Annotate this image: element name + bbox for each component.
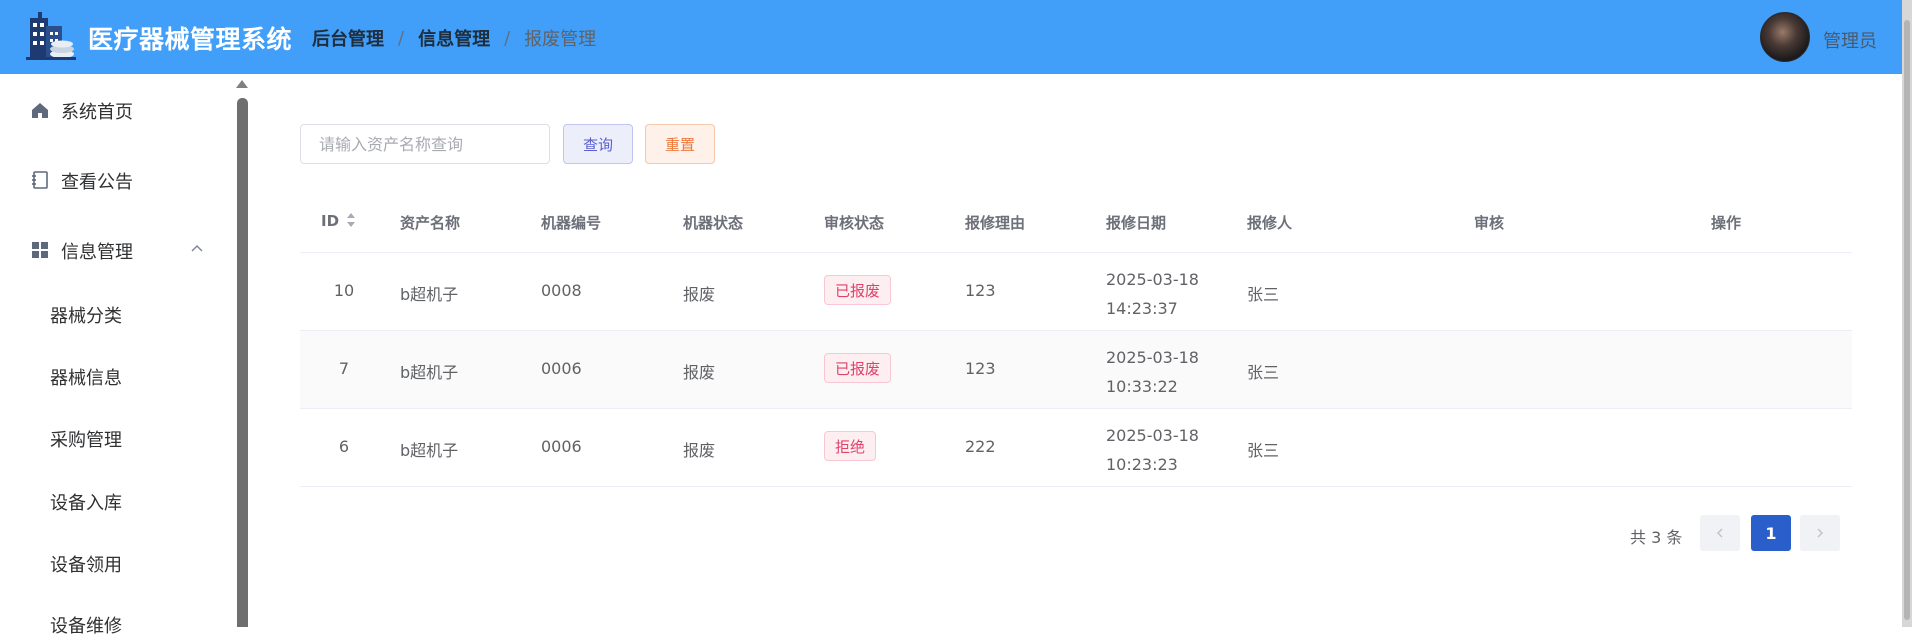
review-status-tag: 拒绝 [824,431,877,461]
column-header-review-status: 审核状态 [824,214,885,232]
breadcrumb-item-home[interactable]: 后台管理 [312,25,384,51]
sort-caret-icon[interactable] [346,212,356,228]
cell-repair-reason: 123 [965,359,996,378]
chevron-right-icon [1817,528,1824,538]
cell-repair-date: 2025-03-18 14:23:37 [1106,270,1199,318]
cell-asset-name: b超机子 [400,285,459,304]
table-row: 6 b超机子 0006 报废 拒绝 222 2025-03-18 10:23:2… [300,409,1852,487]
scroll-up-arrow-icon[interactable] [236,80,248,88]
table-header: ID 资产名称 机器编号 机器状态 审核状态 报修理由 报修日期 报修人 审核 … [300,192,1852,253]
cell-machine-no: 0008 [541,281,582,300]
page-number-current[interactable]: 1 [1751,515,1791,551]
cell-asset-name: b超机子 [400,363,459,382]
sidebar-item-label: 信息管理 [61,242,133,263]
query-button[interactable]: 查询 [563,124,633,164]
sidebar-scrollbar[interactable] [236,74,248,627]
sidebar-subitem-purchase[interactable]: 采购管理 [50,426,122,452]
cell-repair-reason: 123 [965,281,996,300]
user-name[interactable]: 管理员 [1823,27,1877,53]
app-title: 医疗器械管理系统 [88,25,293,54]
notebook-icon [32,171,48,189]
cell-id: 6 [338,437,350,456]
scrap-table: ID 资产名称 机器编号 机器状态 审核状态 报修理由 报修日期 报修人 审核 … [300,192,1852,487]
sidebar-subitem-device-category[interactable]: 器械分类 [50,302,122,328]
cell-repair-reason: 222 [965,437,996,456]
column-header-machine-status: 机器状态 [683,214,744,232]
cell-machine-status: 报废 [683,441,716,460]
sidebar: 系统首页 查看公告 信息管理 器械分类 器械信息 采购管理 设备入库 设备领用 … [0,74,236,637]
sidebar-subitem-device-info[interactable]: 器械信息 [50,364,122,390]
cell-reporter: 张三 [1247,363,1280,382]
table-row: 10 b超机子 0008 报废 已报废 123 2025-03-18 14:23… [300,253,1852,331]
sidebar-item-info-management[interactable]: 信息管理 [0,230,230,270]
chevron-left-icon [1716,528,1723,538]
sidebar-item-home[interactable]: 系统首页 [0,90,230,130]
chevron-up-icon [191,245,203,252]
cell-reporter: 张三 [1247,441,1280,460]
column-header-review: 审核 [1474,214,1505,232]
column-header-repair-date: 报修日期 [1106,214,1167,232]
cell-machine-no: 0006 [541,359,582,378]
breadcrumb-item-info[interactable]: 信息管理 [418,25,490,51]
sidebar-subitem-device-repair[interactable]: 设备维修 [50,612,122,638]
cell-machine-no: 0006 [541,437,582,456]
cell-repair-date: 2025-03-18 10:23:23 [1106,426,1199,474]
sidebar-item-label: 系统首页 [61,102,133,123]
cell-machine-status: 报废 [683,363,716,382]
column-header-asset-name: 资产名称 [400,214,461,232]
breadcrumb-separator: / [398,27,405,49]
hospital-building-logo-icon [26,12,76,60]
breadcrumb: 后台管理 / 信息管理 / 报废管理 [312,25,596,51]
grid-icon [32,242,48,258]
cell-id: 7 [338,359,350,378]
home-icon [32,103,48,118]
column-header-machine-no: 机器编号 [541,214,602,232]
column-header-actions: 操作 [1711,214,1742,232]
user-avatar[interactable] [1760,12,1810,62]
sidebar-scrollbar-thumb[interactable] [237,98,248,627]
pagination-total: 共 3 条 [1630,528,1683,547]
top-header: 医疗器械管理系统 后台管理 / 信息管理 / 报废管理 管理员 [0,0,1912,74]
cell-reporter: 张三 [1247,285,1280,304]
breadcrumb-item-current: 报废管理 [524,29,597,50]
table-row: 7 b超机子 0006 报废 已报废 123 2025-03-18 10:33:… [300,331,1852,409]
cell-repair-date: 2025-03-18 10:33:22 [1106,348,1199,396]
column-header-repair-reason: 报修理由 [965,214,1026,232]
cell-machine-status: 报废 [683,285,716,304]
column-header-id[interactable]: ID [321,212,339,230]
next-page-button[interactable] [1800,515,1840,551]
prev-page-button[interactable] [1700,515,1740,551]
reset-button[interactable]: 重置 [645,124,715,164]
sidebar-item-notice[interactable]: 查看公告 [0,160,230,200]
review-status-tag: 已报废 [824,353,892,383]
sidebar-subitem-stock-in[interactable]: 设备入库 [50,489,122,515]
asset-search-input[interactable] [300,124,550,164]
column-header-reporter: 报修人 [1247,214,1293,232]
breadcrumb-separator: / [504,27,511,49]
sidebar-item-label: 查看公告 [61,172,133,193]
review-status-tag: 已报废 [824,275,892,305]
page-scrollbar[interactable] [1902,0,1912,627]
cell-id: 10 [333,281,355,300]
sidebar-subitem-device-claim[interactable]: 设备领用 [50,551,122,577]
cell-asset-name: b超机子 [400,441,459,460]
page-scrollbar-thumb[interactable] [1904,20,1910,620]
